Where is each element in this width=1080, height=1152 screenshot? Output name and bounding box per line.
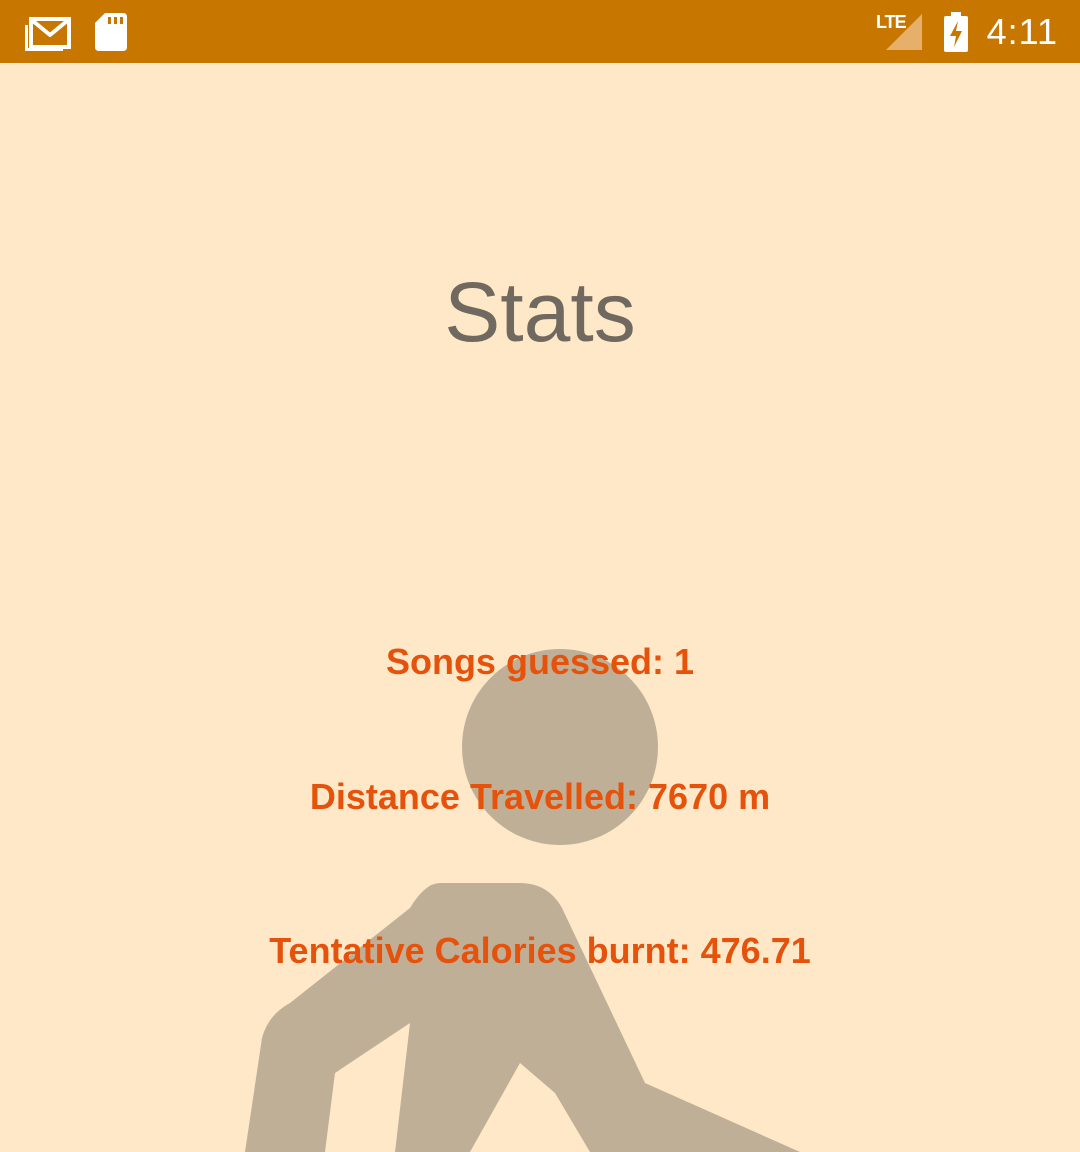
battery-charging-icon bbox=[943, 0, 969, 63]
distance-travelled-label: Distance Travelled: 7670 m bbox=[309, 776, 771, 817]
calories-burnt-label: Tentative Calories burnt: 476.71 bbox=[269, 930, 811, 971]
songs-guessed-label: Songs guessed: 1 bbox=[385, 641, 695, 682]
lte-signal-icon: LTE bbox=[872, 0, 924, 63]
status-bar: LTE 4:11 bbox=[0, 0, 1080, 63]
lte-label: LTE bbox=[876, 11, 907, 32]
clock: 4:11 bbox=[986, 10, 1058, 52]
sd-card-icon bbox=[94, 0, 128, 63]
page-title: Stats bbox=[444, 265, 636, 359]
stats-screen: Stats Songs guessed: 1 Distance Travelle… bbox=[0, 63, 1080, 1152]
walking-person-icon bbox=[245, 649, 800, 1152]
gmail-icon bbox=[24, 0, 72, 63]
